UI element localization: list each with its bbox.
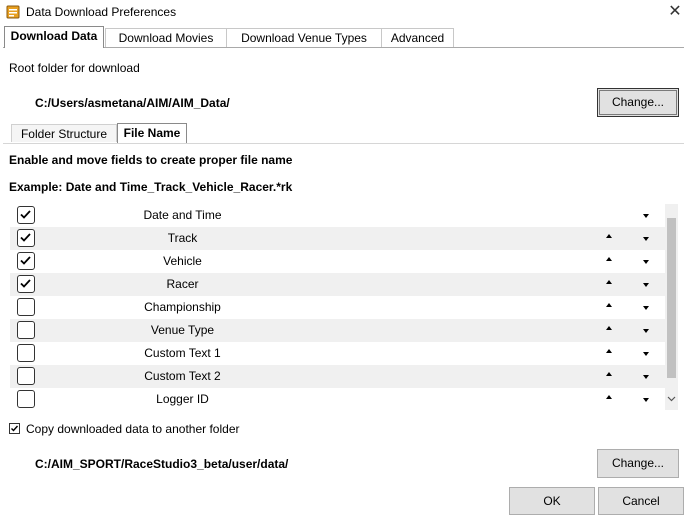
window-title: Data Download Preferences	[26, 5, 177, 19]
move-down-icon[interactable]	[643, 398, 649, 402]
copy-checkbox[interactable]	[9, 423, 20, 434]
list-item-vehicle: Vehicle	[10, 250, 665, 273]
field-label: Custom Text 2	[144, 369, 221, 383]
list-item-custom-text-2: Custom Text 2	[10, 365, 665, 388]
instructions-text: Enable and move fields to create proper …	[9, 153, 293, 167]
list-item-logger-id: Logger ID	[10, 388, 665, 410]
cancel-button[interactable]: Cancel	[598, 487, 684, 515]
field-list-scrollbar[interactable]	[665, 204, 678, 410]
field-label: Vehicle	[163, 254, 202, 268]
list-item-racer: Racer	[10, 273, 665, 296]
root-folder-label: Root folder for download	[9, 61, 140, 75]
list-item-championship: Championship	[10, 296, 665, 319]
check-icon	[11, 425, 19, 432]
tab-download-venue-types[interactable]: Download Venue Types	[226, 28, 382, 47]
move-down-icon[interactable]	[643, 329, 649, 333]
app-icon	[6, 5, 20, 19]
field-label: Logger ID	[156, 392, 209, 406]
close-icon[interactable]: ✕	[664, 1, 686, 23]
scrollbar-thumb[interactable]	[667, 218, 676, 378]
ok-button[interactable]: OK	[509, 487, 595, 515]
subtab-file-name[interactable]: File Name	[117, 123, 187, 143]
main-tab-strip: Download Data Download Movies Download V…	[3, 26, 684, 48]
move-up-icon[interactable]	[606, 395, 612, 399]
list-item-date-and-time: Date and Time	[10, 204, 665, 227]
move-down-icon[interactable]	[643, 352, 649, 356]
move-down-icon[interactable]	[643, 237, 649, 241]
move-down-icon[interactable]	[643, 283, 649, 287]
move-up-icon[interactable]	[606, 280, 612, 284]
scroll-down-icon[interactable]	[667, 394, 676, 404]
move-up-icon[interactable]	[606, 303, 612, 307]
list-item-venue-type: Venue Type	[10, 319, 665, 342]
field-list: Date and Time Track Vehicle Racer Champi…	[10, 204, 665, 410]
move-up-icon[interactable]	[606, 257, 612, 261]
move-down-icon[interactable]	[643, 306, 649, 310]
move-up-icon[interactable]	[606, 372, 612, 376]
field-label: Racer	[166, 277, 199, 291]
field-label: Date and Time	[143, 208, 222, 222]
subtab-folder-structure[interactable]: Folder Structure	[11, 124, 117, 142]
root-folder-change-button[interactable]: Change...	[597, 88, 679, 117]
tab-download-movies[interactable]: Download Movies	[105, 28, 227, 47]
field-label: Track	[167, 231, 198, 245]
list-item-custom-text-1: Custom Text 1	[10, 342, 665, 365]
copy-option-label: Copy downloaded data to another folder	[26, 422, 240, 436]
root-folder-path: C:/Users/asmetana/AIM/AIM_Data/	[35, 96, 230, 110]
tab-advanced[interactable]: Advanced	[381, 28, 454, 47]
field-label: Custom Text 1	[144, 346, 221, 360]
title-bar: Data Download Preferences ✕	[0, 0, 688, 24]
move-down-icon[interactable]	[643, 260, 649, 264]
move-up-icon[interactable]	[606, 326, 612, 330]
field-label: Venue Type	[150, 323, 215, 337]
subtab-divider	[3, 143, 684, 144]
tab-download-data[interactable]: Download Data	[4, 26, 104, 48]
field-label: Championship	[144, 300, 221, 314]
move-down-icon[interactable]	[643, 375, 649, 379]
copy-folder-path: C:/AIM_SPORT/RaceStudio3_beta/user/data/	[35, 457, 289, 471]
move-up-icon[interactable]	[606, 349, 612, 353]
move-up-icon[interactable]	[606, 234, 612, 238]
list-item-track: Track	[10, 227, 665, 250]
move-down-icon[interactable]	[643, 214, 649, 218]
example-text: Example: Date and Time_Track_Vehicle_Rac…	[9, 180, 293, 194]
copy-folder-change-button[interactable]: Change...	[597, 449, 679, 478]
